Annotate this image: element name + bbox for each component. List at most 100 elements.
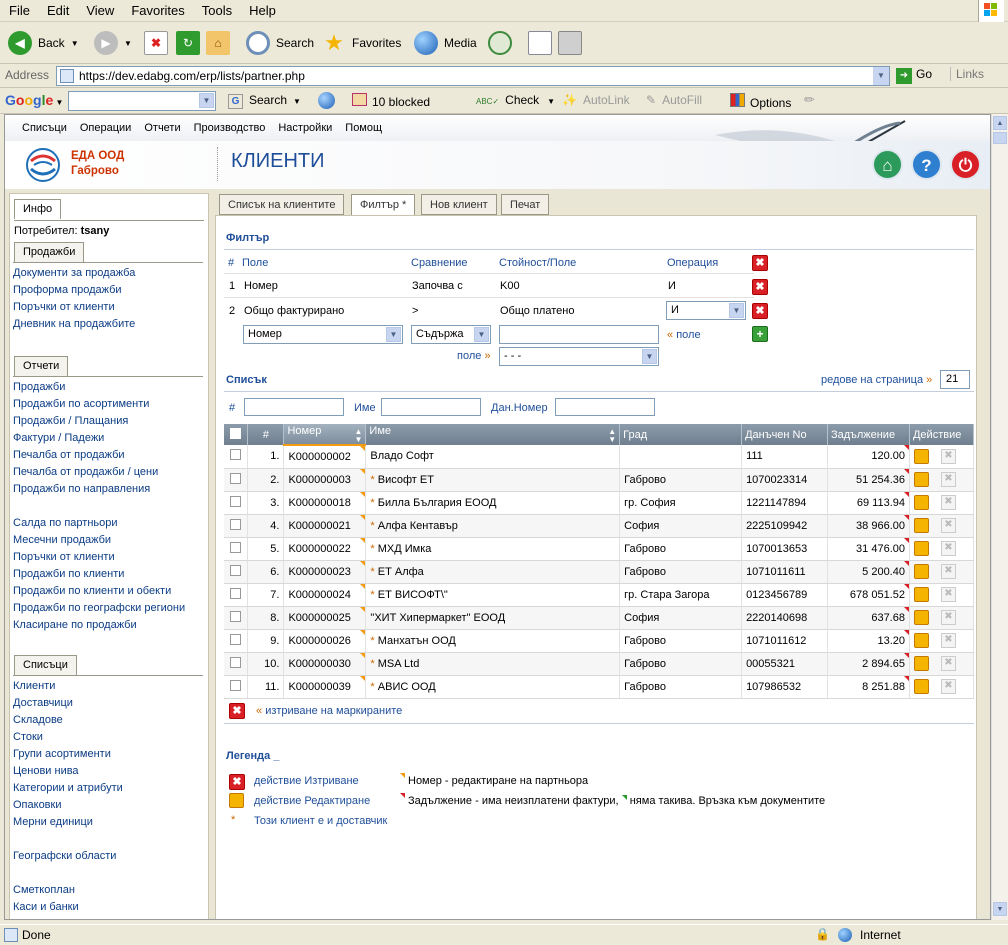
sidebar-link[interactable]: Продажби по клиенти — [13, 566, 203, 583]
row-number-link[interactable]: K000000022 — [283, 537, 367, 561]
sidebar-link[interactable]: Продажби по клиенти и обекти — [13, 583, 203, 600]
google-search-input[interactable]: ▼ — [68, 91, 216, 111]
history-button[interactable] — [488, 28, 518, 58]
sidebar-link[interactable]: Клиенти — [13, 678, 203, 695]
sidebar-link[interactable]: Дневник на продажбите — [13, 316, 203, 333]
delete-icon[interactable]: ✖ — [940, 633, 956, 648]
scroll-down-icon[interactable]: ▼ — [993, 902, 1007, 916]
row-number-link[interactable]: K000000024 — [283, 583, 367, 607]
row-debt-link[interactable]: 2 894.65 — [827, 652, 910, 676]
row-debt-link[interactable]: 637.68 — [827, 606, 910, 630]
menu-view[interactable]: View — [77, 0, 122, 19]
row-checkbox[interactable] — [224, 445, 249, 469]
row-number-link[interactable]: K000000026 — [283, 629, 367, 653]
row-debt-link[interactable]: 5 200.40 — [827, 560, 910, 584]
row-number-link[interactable]: K000000030 — [283, 652, 367, 676]
home-button[interactable]: ⌂ — [206, 28, 236, 58]
edit-icon[interactable] — [913, 610, 929, 625]
sidebar-link[interactable]: Класиране по продажби — [13, 617, 203, 634]
back-button[interactable]: ◀ Back ▼ — [8, 28, 79, 58]
delete-icon[interactable]: ✖ — [940, 656, 956, 671]
sidebar-link[interactable]: Продажби по асортименти — [13, 396, 203, 413]
menu-file[interactable]: File — [0, 0, 38, 19]
go-button[interactable]: ➜ Go — [896, 67, 932, 84]
autolink-button[interactable]: ✨ AutoLink — [562, 93, 630, 107]
edit-icon[interactable] — [913, 656, 929, 671]
forward-button[interactable]: ▶ ▼ — [94, 28, 132, 58]
sidebar-link[interactable]: Опаковки — [13, 797, 203, 814]
row-checkbox[interactable] — [224, 629, 249, 653]
mail-button[interactable] — [528, 28, 558, 58]
row-checkbox[interactable] — [224, 514, 249, 538]
row-number-link[interactable]: K000000023 — [283, 560, 367, 584]
highlighter-icon[interactable]: ✏ — [804, 92, 815, 108]
delete-icon[interactable]: ✖ — [940, 495, 956, 510]
row-debt-link[interactable]: 51 254.36 — [827, 468, 910, 492]
edit-icon[interactable] — [913, 448, 929, 464]
tab-client-list[interactable]: Списък на клиентите — [219, 194, 345, 215]
row-checkbox[interactable] — [224, 537, 249, 561]
power-icon[interactable]: ⏻ — [950, 149, 981, 180]
row-checkbox[interactable] — [224, 468, 249, 492]
sidebar-link[interactable]: Сметкоплан — [13, 882, 203, 899]
field-select[interactable]: - - - ▼ — [499, 347, 659, 366]
row-number-link[interactable]: K000000039 — [283, 675, 367, 699]
row-number-link[interactable]: K000000018 — [283, 491, 367, 515]
delete-icon[interactable]: ✖ — [940, 541, 956, 556]
delete-marked-link[interactable]: « изтриване на маркираните — [256, 705, 402, 717]
links-button[interactable]: Links — [950, 67, 984, 81]
sidebar-link[interactable]: Фактури / Падежи — [13, 430, 203, 447]
sidebar-link[interactable]: Проформа продажби — [13, 282, 203, 299]
delete-icon[interactable]: ✖ — [940, 679, 956, 694]
field-toggle-link[interactable]: « поле — [667, 329, 701, 341]
search-button[interactable]: Search — [246, 28, 314, 58]
new-value-input[interactable] — [499, 325, 659, 344]
row-number-link[interactable]: K000000021 — [283, 514, 367, 538]
delete-all-filters-icon[interactable]: ✖ — [752, 255, 768, 271]
row-debt-link[interactable]: 31 476.00 — [827, 537, 910, 561]
menu-tools[interactable]: Tools — [193, 0, 240, 19]
edit-icon[interactable] — [913, 541, 929, 556]
sidebar-link[interactable]: Продажби / Плащания — [13, 413, 203, 430]
tab-new-client[interactable]: Нов клиент — [421, 194, 497, 215]
row-debt-link[interactable]: 678 051.52 — [827, 583, 910, 607]
sidebar-link[interactable]: Доставчици — [13, 695, 203, 712]
help-icon[interactable]: ? — [911, 149, 942, 180]
appmenu-production[interactable]: Производство — [194, 115, 266, 134]
appmenu-lists[interactable]: Списъци — [22, 115, 67, 134]
refresh-button[interactable]: ↻ — [176, 28, 206, 58]
row-number-link[interactable]: K000000003 — [283, 468, 367, 492]
row-debt-link[interactable]: 69 113.94 — [827, 491, 910, 515]
sidebar-link[interactable]: Мерни единици — [13, 814, 203, 831]
edit-icon[interactable] — [913, 472, 929, 487]
delete-filter-icon[interactable]: ✖ — [752, 303, 768, 319]
sidebar-link[interactable]: Печалба от продажби — [13, 447, 203, 464]
edit-icon[interactable] — [913, 495, 929, 510]
delete-filter-icon[interactable]: ✖ — [752, 279, 768, 295]
search-number-input[interactable] — [244, 398, 344, 416]
favorites-button[interactable]: ★ Favorites — [322, 28, 401, 58]
sidebar-link[interactable]: Салда по партньори — [13, 515, 203, 532]
autofill-button[interactable]: ✎ AutoFill — [646, 93, 702, 107]
col-name[interactable]: Име ▲ ▼ — [365, 424, 621, 445]
delete-icon[interactable]: ✖ — [940, 610, 956, 625]
google-search-button[interactable]: G Search ▼ — [228, 93, 301, 109]
row-number-link[interactable]: K000000025 — [283, 606, 367, 630]
appmenu-reports[interactable]: Отчети — [144, 115, 180, 134]
delete-icon[interactable]: ✖ — [940, 564, 956, 579]
sidebar-link[interactable]: Месечни продажби — [13, 532, 203, 549]
sidebar-link[interactable]: Ценови нива — [13, 763, 203, 780]
appmenu-settings[interactable]: Настройки — [278, 115, 332, 134]
sidebar-link[interactable]: Каси и банки — [13, 899, 203, 916]
home-icon[interactable]: ⌂ — [872, 149, 903, 180]
sidebar-link[interactable]: Печалба от продажби / цени — [13, 464, 203, 481]
menu-help[interactable]: Help — [240, 0, 284, 19]
google-logo[interactable]: Google ▼ — [5, 92, 63, 108]
sidebar-link[interactable]: Поръчки от клиенти — [13, 299, 203, 316]
row-debt-link[interactable]: 38 966.00 — [827, 514, 910, 538]
delete-marked-icon[interactable]: ✖ — [229, 703, 245, 719]
sidebar-link[interactable]: Категории и атрибути — [13, 780, 203, 797]
row-checkbox[interactable] — [224, 606, 249, 630]
tab-filter[interactable]: Филтър * — [351, 194, 416, 216]
row-checkbox[interactable] — [224, 652, 249, 676]
